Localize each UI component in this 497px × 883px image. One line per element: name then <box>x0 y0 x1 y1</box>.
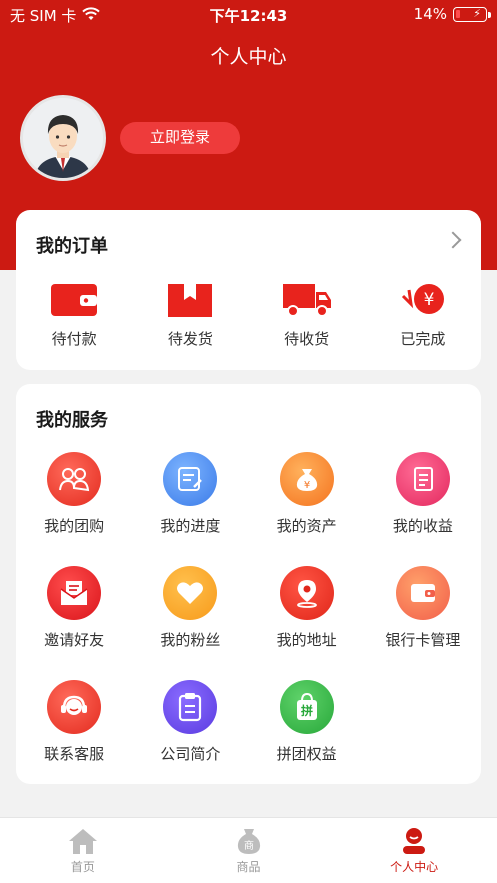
status-right: 14% ⚡ <box>413 5 491 23</box>
chevron-right-icon[interactable] <box>444 231 462 249</box>
services-grid: 我的团购 我的进度 ¥ 我的资产 我的收益 邀请好友 我的粉丝 我的地址 银行卡… <box>16 452 481 794</box>
service-customer-support[interactable]: 联系客服 <box>16 680 132 794</box>
service-label: 邀请好友 <box>44 631 105 649</box>
clipboard-icon <box>163 680 218 734</box>
service-group-buy[interactable]: 我的团购 <box>16 452 132 566</box>
group-users-icon <box>47 452 102 506</box>
wallet-icon <box>48 282 100 318</box>
battery-fill <box>456 9 460 18</box>
order-label: 待付款 <box>51 330 97 348</box>
battery-icon: ⚡ <box>453 6 491 22</box>
service-label: 银行卡管理 <box>385 631 461 649</box>
pin-bag-icon: 拼 <box>279 680 334 734</box>
service-earnings[interactable]: 我的收益 <box>365 452 481 566</box>
progress-note-icon <box>163 452 218 506</box>
avatar-person-icon <box>23 98 103 178</box>
service-company-profile[interactable]: 公司简介 <box>132 680 248 794</box>
avatar[interactable] <box>20 95 106 181</box>
service-label: 我的粉丝 <box>160 631 221 649</box>
order-label: 已完成 <box>400 330 446 348</box>
home-icon <box>66 826 100 856</box>
charging-bolt-icon: ⚡ <box>473 6 481 20</box>
order-item-completed[interactable]: ¥ 已完成 <box>365 282 481 349</box>
tab-home[interactable]: 首页 <box>0 818 166 883</box>
gift-box-icon <box>164 282 216 318</box>
tab-products[interactable]: 商 商品 <box>166 818 332 883</box>
tab-profile[interactable]: 个人中心 <box>331 818 497 883</box>
orders-title: 我的订单 <box>36 236 108 257</box>
service-label: 我的地址 <box>276 631 337 649</box>
service-label: 我的进度 <box>160 517 221 535</box>
status-bar: 无 SIM 卡 下午12:43 14% ⚡ <box>0 0 497 28</box>
page-title: 个人中心 <box>210 46 287 68</box>
tab-label: 首页 <box>70 860 95 874</box>
orders-card: 我的订单 待付款 待发货 待收货 ¥ 已完成 <box>16 210 481 370</box>
truck-icon <box>281 282 333 318</box>
invite-mail-icon <box>47 566 102 620</box>
order-status-row: 待付款 待发货 待收货 ¥ 已完成 <box>16 282 481 349</box>
order-item-pending-shipment[interactable]: 待发货 <box>132 282 248 349</box>
service-progress[interactable]: 我的进度 <box>132 452 248 566</box>
tab-label: 个人中心 <box>390 860 439 874</box>
bank-card-icon <box>395 566 450 620</box>
battery-percent: 14% <box>413 5 447 23</box>
profile-icon <box>397 826 431 856</box>
service-assets[interactable]: ¥ 我的资产 <box>249 452 365 566</box>
order-label: 待收货 <box>284 330 330 348</box>
order-item-pending-payment[interactable]: 待付款 <box>16 282 132 349</box>
svg-text:¥: ¥ <box>423 290 434 310</box>
service-address[interactable]: 我的地址 <box>249 566 365 680</box>
yen-coin-icon: ¥ <box>397 282 449 318</box>
tab-bar: 首页 商 商品 个人中心 <box>0 817 497 883</box>
service-fans[interactable]: 我的粉丝 <box>132 566 248 680</box>
order-item-pending-receipt[interactable]: 待收货 <box>249 282 365 349</box>
login-button[interactable]: 立即登录 <box>120 122 240 154</box>
earnings-doc-icon <box>395 452 450 506</box>
tab-label: 商品 <box>236 860 261 874</box>
service-bank-card[interactable]: 银行卡管理 <box>365 566 481 680</box>
svg-text:商: 商 <box>244 839 254 852</box>
order-label: 待发货 <box>167 330 213 348</box>
service-label: 联系客服 <box>44 745 105 763</box>
service-label: 我的资产 <box>276 517 337 535</box>
service-group-benefits[interactable]: 拼 拼团权益 <box>249 680 365 794</box>
service-label: 我的收益 <box>392 517 453 535</box>
money-bag-icon: ¥ <box>279 452 334 506</box>
services-card: 我的服务 我的团购 我的进度 ¥ 我的资产 我的收益 邀请好友 我的粉丝 我的地… <box>16 384 481 784</box>
service-label: 我的团购 <box>44 517 105 535</box>
product-bag-icon: 商 <box>232 826 266 856</box>
service-label: 拼团权益 <box>276 745 337 763</box>
service-label: 公司简介 <box>160 745 221 763</box>
location-pin-icon <box>279 566 334 620</box>
headset-icon <box>47 680 102 734</box>
svg-text:拼: 拼 <box>301 703 313 718</box>
service-invite-friends[interactable]: 邀请好友 <box>16 566 132 680</box>
services-title: 我的服务 <box>36 410 108 431</box>
heart-icon <box>163 566 218 620</box>
svg-text:¥: ¥ <box>303 480 309 491</box>
